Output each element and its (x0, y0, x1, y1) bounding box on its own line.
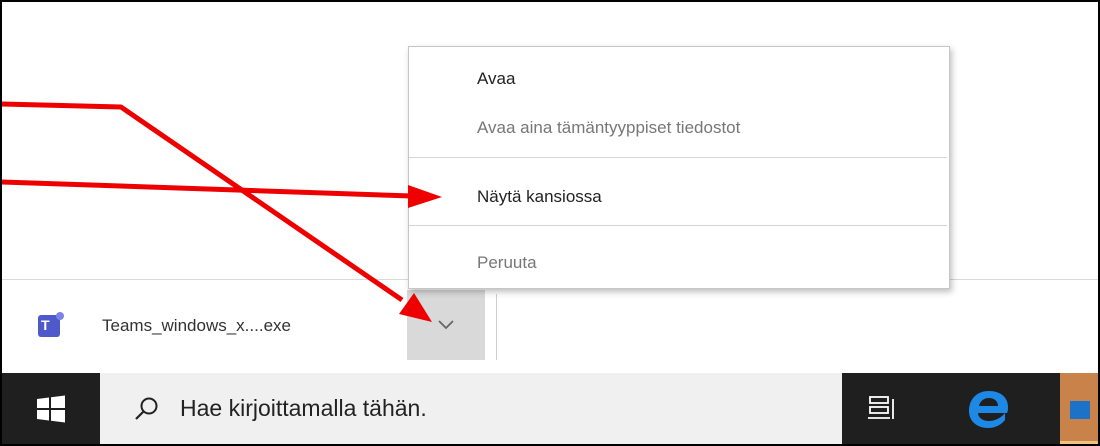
download-context-menu: Avaa Avaa aina tämäntyyppiset tiedostot … (408, 46, 950, 289)
chevron-down-icon (438, 320, 454, 330)
download-filename[interactable]: Teams_windows_x....exe (102, 316, 291, 336)
start-button[interactable] (2, 373, 100, 444)
download-options-button[interactable] (407, 290, 485, 360)
taskbar: Hae kirjoittamalla tähän. (2, 373, 1098, 444)
browser-window: Teams_windows_x....exe Avaa Avaa aina tä… (0, 0, 1100, 446)
taskbar-app-button[interactable] (1060, 373, 1098, 444)
menu-item-open[interactable]: Avaa (477, 69, 515, 89)
download-shelf: Teams_windows_x....exe (2, 279, 1098, 374)
active-indicator (1060, 441, 1098, 444)
menu-item-show-in-folder[interactable]: Näytä kansiossa (477, 187, 602, 207)
menu-item-always-open[interactable]: Avaa aina tämäntyyppiset tiedostot (477, 118, 740, 138)
download-item[interactable]: Teams_windows_x....exe (38, 306, 291, 346)
windows-start-icon (37, 395, 65, 422)
menu-separator (409, 157, 947, 158)
menu-separator (409, 225, 947, 226)
taskbar-search-box[interactable]: Hae kirjoittamalla tähän. (100, 373, 842, 444)
app-icon (1070, 401, 1090, 419)
menu-item-cancel[interactable]: Peruuta (477, 253, 537, 273)
edge-icon[interactable] (964, 387, 1014, 431)
task-view-icon[interactable] (862, 393, 902, 425)
search-icon (135, 397, 158, 420)
teams-icon (38, 312, 64, 337)
search-placeholder: Hae kirjoittamalla tähän. (180, 395, 427, 421)
shelf-divider (496, 294, 497, 360)
